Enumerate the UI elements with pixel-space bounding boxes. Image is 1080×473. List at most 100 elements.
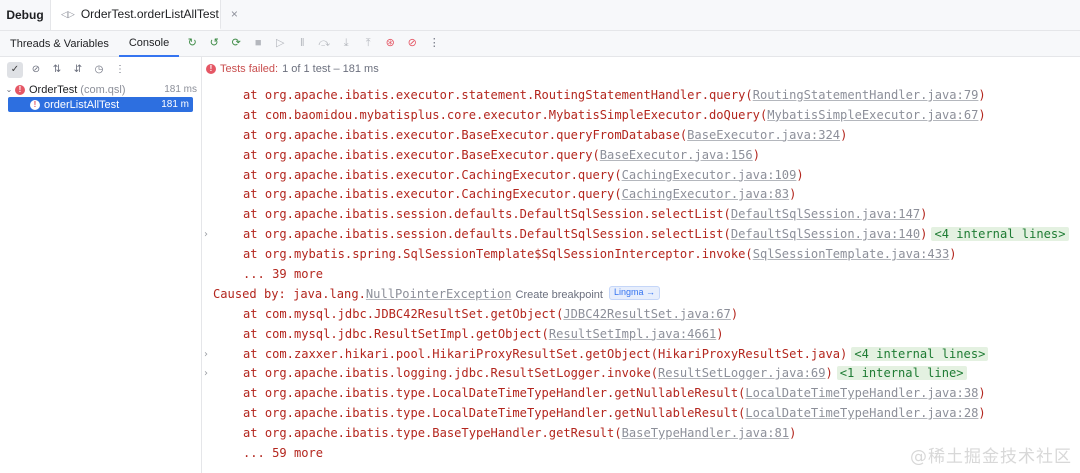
frame-text-suffix: ) <box>978 88 986 102</box>
frame-text: ... 59 more <box>243 446 324 461</box>
tab-run-label: OrderTest.orderListAllTest <box>80 7 219 21</box>
test-class-time: 181 ms <box>164 84 197 95</box>
tab-console[interactable]: Console <box>118 31 180 57</box>
mute-breakpoints-icon[interactable]: ⊘ <box>405 37 419 51</box>
frame-text-suffix: ) <box>730 306 739 321</box>
more-icon[interactable]: ⋮ <box>427 37 441 51</box>
error-icon: ! <box>30 99 40 110</box>
frame-text-suffix: ) <box>949 247 957 262</box>
internal-lines-folding[interactable]: <4 internal lines> <box>851 346 989 361</box>
resume-icon[interactable]: ▷ <box>273 37 287 51</box>
source-link[interactable]: LocalDateTimeTypeHandler.java:38 <box>745 386 978 400</box>
stack-frame-line: at com.baomidou.mybatisplus.core.executo… <box>203 106 1080 126</box>
chevron-down-icon[interactable]: ⌄ <box>3 85 15 94</box>
source-link[interactable]: NullPointerException <box>366 287 512 301</box>
source-link[interactable]: BaseExecutor.java:156 <box>600 148 753 162</box>
frame-text: at org.apache.ibatis.executor.BaseExecut… <box>243 127 688 142</box>
chevron-right-icon[interactable]: › <box>204 364 208 384</box>
test-method-time: 181 m <box>161 99 189 110</box>
more-frames-line: ... 39 more <box>203 265 1080 285</box>
test-status-bar: ! Tests failed: 1 of 1 test – 181 ms <box>203 57 1080 80</box>
tab-threads-variables[interactable]: Threads & Variables <box>0 31 119 57</box>
source-link[interactable]: BaseTypeHandler.java:81 <box>622 426 789 440</box>
chevron-right-icon[interactable]: › <box>204 225 208 245</box>
source-link[interactable]: CachingExecutor.java:83 <box>622 187 789 201</box>
source-link[interactable]: ResultSetLogger.java:69 <box>658 366 825 380</box>
step-into-icon[interactable]: ⤓ <box>339 37 353 51</box>
stack-frame-line: › at org.apache.ibatis.logging.jdbc.Resul… <box>203 364 1080 384</box>
show-ignored-icon[interactable]: ⊘ <box>28 62 44 78</box>
console-output[interactable]: at org.apache.ibatis.executor.statement.… <box>203 80 1080 473</box>
frame-text-suffix: ) <box>978 386 986 401</box>
close-icon[interactable]: × <box>231 7 238 21</box>
restart-icon[interactable]: ⟳ <box>229 37 243 51</box>
stack-frame-line: › at com.zaxxer.hikari.pool.HikariProxyRe… <box>203 345 1080 365</box>
watermark: @稀土掘金技术社区 <box>910 447 1072 467</box>
stack-frame-line: at org.apache.ibatis.executor.CachingExe… <box>203 185 1080 205</box>
show-passed-icon[interactable]: ✓ <box>7 61 23 78</box>
stack-frame-line: at com.mysql.jdbc.JDBC42ResultSet.getObj… <box>203 305 1080 325</box>
rerun-icon[interactable]: ↻ <box>185 37 199 51</box>
tab-debug[interactable]: Debug <box>0 0 51 30</box>
frame-text-suffix: ) <box>825 366 833 381</box>
internal-lines-folding[interactable]: <4 internal lines> <box>931 227 1069 242</box>
frame-text-suffix: ) <box>920 207 928 222</box>
test-tree-root[interactable]: ⌄ ! OrderTest (com.qsl) 181 ms <box>0 82 201 97</box>
frame-text: at org.apache.ibatis.session.defaults.De… <box>243 207 731 222</box>
source-link[interactable]: DefaultSqlSession.java:147 <box>731 207 920 221</box>
frame-text: at com.zaxxer.hikari.pool.HikariProxyRes… <box>243 346 848 361</box>
stop-icon[interactable]: ■ <box>251 37 265 51</box>
frame-text: at org.apache.ibatis.executor.CachingExe… <box>243 187 622 202</box>
test-class-package: (com.qsl) <box>80 83 126 96</box>
view-breakpoints-icon[interactable]: ⊛ <box>383 37 397 51</box>
test-tree-child[interactable]: ! orderListAllTest 181 m <box>8 97 193 112</box>
source-link[interactable]: MybatisSimpleExecutor.java:67 <box>767 108 978 122</box>
frame-text-suffix: ) <box>978 107 986 122</box>
source-link[interactable]: BaseExecutor.java:324 <box>687 128 840 142</box>
caused-by-line: Caused by: java.lang.NullPointerExceptio… <box>203 285 1080 305</box>
source-link[interactable]: DefaultSqlSession.java:140 <box>731 227 920 241</box>
sort-by-duration-icon[interactable]: ⇵ <box>70 62 86 78</box>
stack-frame-line: at org.mybatis.spring.SqlSessionTemplate… <box>203 245 1080 265</box>
frame-text-suffix: ) <box>752 147 760 162</box>
source-link[interactable]: ResultSetImpl.java:4661 <box>549 327 716 341</box>
tab-run-configuration[interactable]: ◁▷ OrderTest.orderListAllTest × <box>51 0 238 30</box>
test-config-icon: ◁▷ <box>61 8 75 19</box>
stack-frame-line: › at org.apache.ibatis.session.defaults.D… <box>203 225 1080 245</box>
step-over-icon[interactable]: ⤼ <box>317 37 331 51</box>
frame-text-suffix: ) <box>920 227 928 242</box>
more-icon[interactable]: ⋮ <box>112 62 128 78</box>
frame-text: at org.apache.ibatis.executor.CachingExe… <box>243 167 622 182</box>
stack-frame-line: at org.apache.ibatis.executor.CachingExe… <box>203 166 1080 186</box>
history-icon[interactable]: ◷ <box>91 62 107 78</box>
frame-text: ... 39 more <box>243 267 324 282</box>
source-link[interactable]: CachingExecutor.java:109 <box>622 168 797 182</box>
source-link[interactable]: RoutingStatementHandler.java:79 <box>753 88 979 102</box>
test-results-panel: ✓ ⊘ ⇅ ⇵ ◷ ⋮ ⌄ ! OrderTest (com.qsl) 181 … <box>0 57 202 473</box>
frame-text: at org.apache.ibatis.executor.BaseExecut… <box>243 147 600 162</box>
frame-text: at org.mybatis.spring.SqlSessionTemplate… <box>243 247 753 262</box>
stack-frame-line: at org.apache.ibatis.session.defaults.De… <box>203 205 1080 225</box>
frame-text: at com.mysql.jdbc.JDBC42ResultSet.getObj… <box>243 306 564 321</box>
create-breakpoint-link[interactable]: Create breakpoint <box>516 289 603 301</box>
source-link[interactable]: SqlSessionTemplate.java:433 <box>753 247 950 261</box>
status-failed-label: Tests failed: <box>220 62 279 75</box>
frame-text: at org.apache.ibatis.type.LocalDateTimeT… <box>243 386 746 401</box>
frame-text-suffix: ) <box>796 167 804 182</box>
step-out-icon[interactable]: ⤒ <box>361 37 375 51</box>
stack-frame-line: at com.mysql.jdbc.ResultSetImpl.getObjec… <box>203 325 1080 345</box>
stack-frame-line: at org.apache.ibatis.type.LocalDateTimeT… <box>203 404 1080 424</box>
chevron-right-icon[interactable]: › <box>204 345 208 365</box>
source-link[interactable]: JDBC42ResultSet.java:67 <box>563 307 730 321</box>
internal-lines-folding[interactable]: <1 internal line> <box>836 366 967 381</box>
frame-text: at org.apache.ibatis.type.LocalDateTimeT… <box>243 406 746 421</box>
sort-alphabetically-icon[interactable]: ⇅ <box>49 62 65 78</box>
pause-icon[interactable]: ‖ <box>295 37 309 51</box>
clipped-previous-line <box>203 80 1080 82</box>
test-method-name: orderListAllTest <box>44 98 120 111</box>
source-link[interactable]: LocalDateTimeTypeHandler.java:28 <box>745 406 978 420</box>
rerun-failed-icon[interactable]: ↺ <box>207 37 221 51</box>
frame-text-suffix: ) <box>840 127 848 142</box>
lingma-button[interactable]: Lingma → <box>608 286 661 301</box>
frame-text: Caused by: java.lang. <box>213 286 366 301</box>
